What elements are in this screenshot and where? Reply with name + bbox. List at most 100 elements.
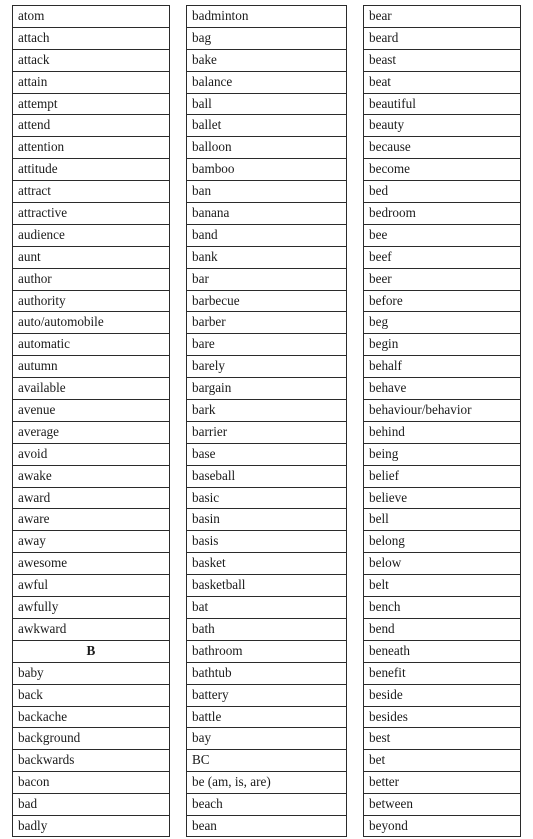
word-cell: bag <box>186 26 347 49</box>
word-cell: back <box>12 683 170 706</box>
word-cell: attend <box>12 114 170 137</box>
word-cell: base <box>186 442 347 465</box>
word-cell: automatic <box>12 333 170 356</box>
word-cell: barrier <box>186 420 347 443</box>
word-cell: ban <box>186 180 347 203</box>
word-cell: balloon <box>186 136 347 159</box>
word-cell: beautiful <box>363 92 521 115</box>
word-cell: attractive <box>12 202 170 224</box>
word-cell: ballet <box>186 114 347 137</box>
word-cell: bed <box>363 180 521 203</box>
word-cell: basketball <box>186 574 347 597</box>
word-cell: bad <box>12 793 170 815</box>
word-cell: beer <box>363 267 521 290</box>
word-cell: beat <box>363 70 521 93</box>
word-cell: being <box>363 442 521 465</box>
word-cell: awful <box>12 574 170 597</box>
word-cell: author <box>12 267 170 290</box>
word-cell: begin <box>363 333 521 356</box>
word-cell: banana <box>186 202 347 224</box>
word-cell: bear <box>363 5 521 27</box>
word-cell: bake <box>186 48 347 71</box>
word-cell: better <box>363 771 521 794</box>
word-cell: avenue <box>12 399 170 421</box>
word-cell: bare <box>186 333 347 356</box>
word-cell: atom <box>12 5 170 27</box>
word-cell: become <box>363 158 521 181</box>
word-column-2: badminton bag bake balance ball ballet balloon… <box>186 5 347 837</box>
word-cell: be (am, is, are) <box>186 771 347 794</box>
word-cell: bath <box>186 617 347 640</box>
word-cell: bat <box>186 596 347 618</box>
word-cell: bay <box>186 727 347 750</box>
word-cell: badly <box>12 814 170 837</box>
word-cell: award <box>12 486 170 509</box>
word-cell: barber <box>186 311 347 334</box>
word-cell: bee <box>363 223 521 246</box>
word-cell: beef <box>363 245 521 268</box>
word-cell: attract <box>12 180 170 203</box>
word-cell: beside <box>363 683 521 706</box>
word-cell: basis <box>186 530 347 553</box>
word-cell: battery <box>186 683 347 706</box>
word-cell: behaviour/behavior <box>363 399 521 421</box>
word-cell: bell <box>363 508 521 531</box>
word-cell: bet <box>363 749 521 772</box>
word-cell: behalf <box>363 355 521 378</box>
word-cell: avoid <box>12 442 170 465</box>
word-cell: BC <box>186 749 347 772</box>
word-cell: away <box>12 530 170 553</box>
word-cell: bacon <box>12 771 170 794</box>
word-cell: average <box>12 420 170 443</box>
word-cell: beneath <box>363 639 521 662</box>
word-cell: belong <box>363 530 521 553</box>
word-cell: because <box>363 136 521 159</box>
word-list-page: atom attach attack attain attempt attend atten… <box>0 0 533 839</box>
word-cell: authority <box>12 289 170 312</box>
word-cell: backwards <box>12 749 170 772</box>
word-cell: between <box>363 793 521 815</box>
word-cell: awfully <box>12 596 170 618</box>
word-cell: basin <box>186 508 347 531</box>
word-cell: badminton <box>186 5 347 27</box>
word-cell: audience <box>12 223 170 246</box>
word-cell: behind <box>363 420 521 443</box>
word-cell: baby <box>12 661 170 684</box>
word-cell: before <box>363 289 521 312</box>
word-cell: bank <box>186 245 347 268</box>
word-cell: awkward <box>12 617 170 640</box>
word-cell: besides <box>363 705 521 728</box>
word-cell: available <box>12 377 170 400</box>
section-heading-row: B <box>12 639 170 662</box>
word-cell: attention <box>12 136 170 159</box>
word-cell: bean <box>186 814 347 837</box>
word-cell: bargain <box>186 377 347 400</box>
word-cell: barely <box>186 355 347 378</box>
word-cell: bend <box>363 617 521 640</box>
word-cell: best <box>363 727 521 750</box>
word-cell: benefit <box>363 661 521 684</box>
word-cell: believe <box>363 486 521 509</box>
word-cell: beg <box>363 311 521 334</box>
word-cell: awesome <box>12 552 170 575</box>
word-cell: beach <box>186 793 347 815</box>
word-cell: bamboo <box>186 158 347 181</box>
word-cell: basket <box>186 552 347 575</box>
word-cell: attack <box>12 48 170 71</box>
word-cell: attitude <box>12 158 170 181</box>
word-cell: baseball <box>186 464 347 487</box>
word-cell: background <box>12 727 170 750</box>
word-cell: bedroom <box>363 202 521 224</box>
word-cell: belief <box>363 464 521 487</box>
word-cell: bathroom <box>186 639 347 662</box>
word-column-1: atom attach attack attain attempt attend atten… <box>12 5 170 837</box>
word-cell: aware <box>12 508 170 531</box>
word-cell: attain <box>12 70 170 93</box>
word-cell: backache <box>12 705 170 728</box>
word-cell: below <box>363 552 521 575</box>
word-cell: beast <box>363 48 521 71</box>
word-cell: bark <box>186 399 347 421</box>
word-cell: awake <box>12 464 170 487</box>
word-cell: autumn <box>12 355 170 378</box>
word-cell: aunt <box>12 245 170 268</box>
